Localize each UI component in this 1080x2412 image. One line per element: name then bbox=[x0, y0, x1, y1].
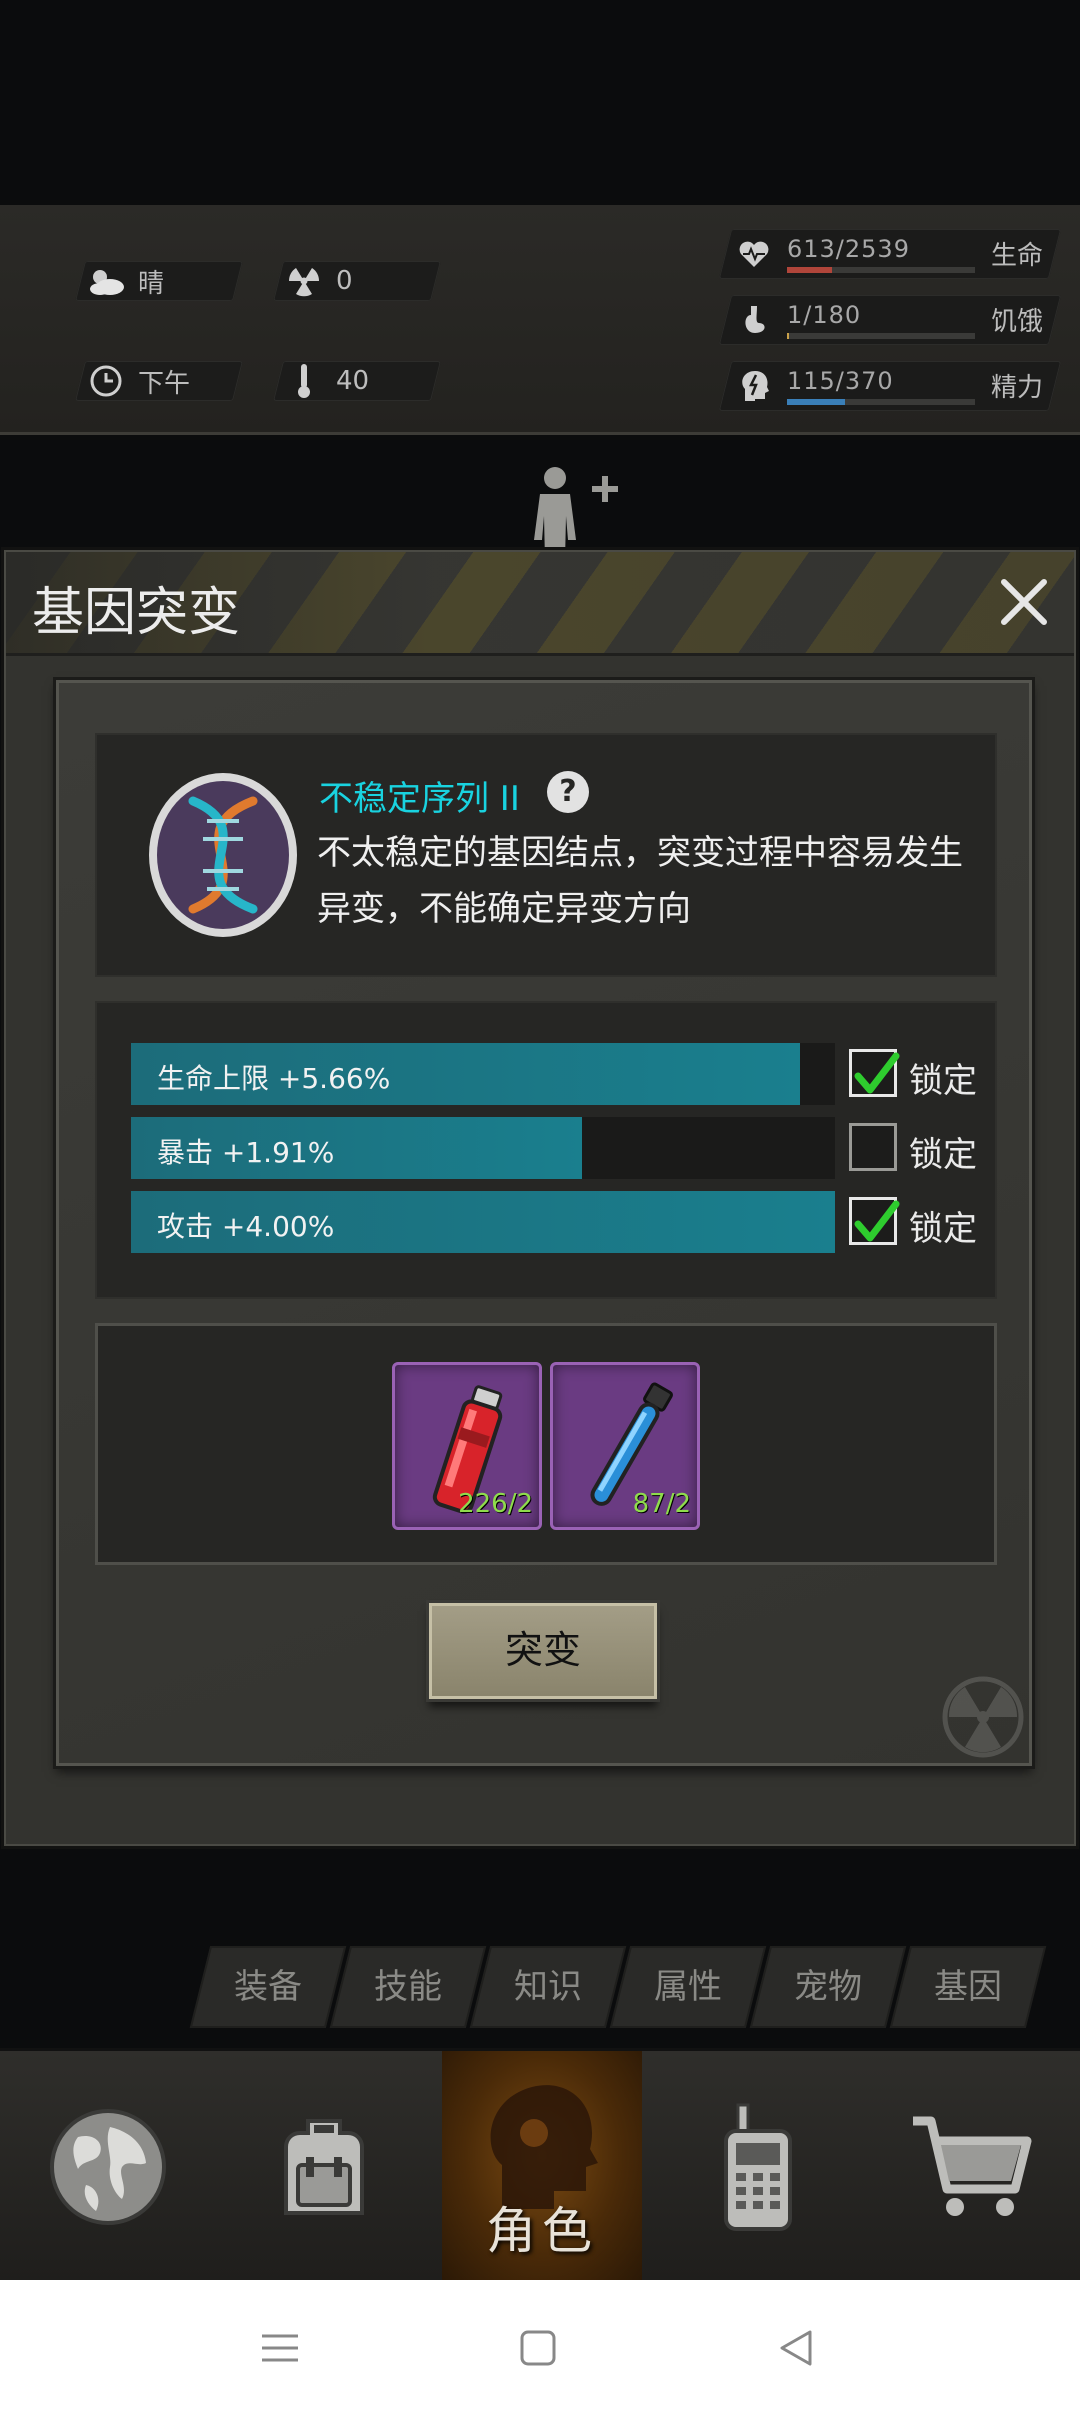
mutate-button[interactable]: 突变 bbox=[429, 1603, 657, 1699]
hunger-value: 1/180 bbox=[787, 301, 862, 329]
sequence-description: 不太稳定的基因结点，突变过程中容易发生异变，不能确定异变方向 bbox=[317, 833, 963, 929]
health-vital: 613/2539 生命 bbox=[718, 229, 1062, 279]
character-tabs: 装备 技能 知识 属性 宠物 基因 bbox=[189, 1946, 1060, 2028]
shopping-cart-icon bbox=[913, 2116, 1032, 2216]
energy-bar bbox=[787, 399, 975, 405]
tab-genes[interactable]: 基因 bbox=[889, 1946, 1047, 2028]
back-button[interactable] bbox=[774, 2326, 818, 2370]
item-count: 226/2 bbox=[458, 1489, 533, 1519]
globe-icon bbox=[50, 2109, 166, 2225]
checkmark-icon bbox=[854, 1200, 900, 1242]
tab-attributes[interactable]: 属性 bbox=[609, 1946, 767, 2028]
energy-value: 115/370 bbox=[787, 367, 894, 395]
stat-row-health-cap: 生命上限 +5.66% 锁定 bbox=[131, 1043, 983, 1105]
back-triangle-icon bbox=[780, 2330, 812, 2366]
radiation-watermark-icon bbox=[941, 1675, 1025, 1759]
sequence-name: 不稳定序列 II bbox=[319, 779, 520, 819]
health-value: 613/2539 bbox=[787, 235, 910, 263]
hunger-bar bbox=[787, 333, 975, 339]
radiation-value: 0 bbox=[336, 266, 353, 296]
walkie-talkie-icon bbox=[724, 2103, 792, 2231]
dialog-header: 基因突变 bbox=[6, 552, 1074, 656]
weather-text: 晴 bbox=[138, 268, 165, 299]
lock-checkbox[interactable] bbox=[849, 1197, 900, 1245]
dialog-title: 基因突变 bbox=[32, 583, 241, 643]
tab-label: 技能 bbox=[374, 1967, 442, 2007]
menu-button[interactable] bbox=[258, 2326, 302, 2370]
health-label: 生命 bbox=[990, 241, 1043, 271]
time-pill: 下午 bbox=[75, 361, 243, 401]
heart-icon bbox=[737, 237, 771, 271]
hunger-vital: 1/180 饥饿 bbox=[718, 295, 1062, 345]
checkmark-icon bbox=[854, 1052, 900, 1094]
home-button[interactable] bbox=[516, 2326, 560, 2370]
tab-label: 装备 bbox=[234, 1967, 302, 2007]
time-of-day-text: 下午 bbox=[138, 368, 191, 399]
nav-shop[interactable] bbox=[864, 2051, 1080, 2283]
gene-mutation-dialog: 基因突变 不稳定序列 II ? 不太稳定的基因结点，突变过程中容易发生异变，不能… bbox=[4, 550, 1076, 1846]
tab-label: 知识 bbox=[514, 1967, 582, 2007]
lock-label: 锁定 bbox=[909, 1209, 977, 1249]
dialog-panel: 不稳定序列 II ? 不太稳定的基因结点，突变过程中容易发生异变，不能确定异变方… bbox=[56, 680, 1032, 1766]
temperature-value: 40 bbox=[336, 366, 370, 396]
close-button[interactable] bbox=[994, 572, 1054, 632]
backpack-icon bbox=[284, 2119, 364, 2215]
energy-vital: 115/370 精力 bbox=[718, 361, 1062, 411]
lock-checkbox[interactable] bbox=[849, 1049, 900, 1097]
stat-row-crit: 暴击 +1.91% 锁定 bbox=[131, 1117, 983, 1179]
tab-label: 宠物 bbox=[794, 1967, 862, 2007]
bottom-navigation: 角色 bbox=[0, 2048, 1080, 2283]
tab-skills[interactable]: 技能 bbox=[329, 1946, 487, 2028]
sequence-info-box: 不稳定序列 II ? 不太稳定的基因结点，突变过程中容易发生异变，不能确定异变方… bbox=[95, 733, 997, 977]
tab-label: 基因 bbox=[934, 1967, 1002, 2007]
system-navigation-bar bbox=[0, 2280, 1080, 2412]
thermometer-icon bbox=[284, 361, 324, 401]
mutation-stats-box: 生命上限 +5.66% 锁定 暴击 +1.91% 锁定 攻击 +4.00% 锁定 bbox=[95, 1001, 997, 1299]
stat-text: 生命上限 +5.66% bbox=[157, 1062, 391, 1095]
item-count: 87/2 bbox=[632, 1489, 691, 1519]
tab-equipment[interactable]: 装备 bbox=[189, 1946, 347, 2028]
item-slot-red-vial[interactable]: 226/2 bbox=[392, 1362, 542, 1530]
nav-character[interactable]: 角色 bbox=[442, 2051, 642, 2283]
lock-label: 锁定 bbox=[909, 1061, 977, 1101]
nav-character-label: 角色 bbox=[486, 2202, 598, 2260]
brain-head-icon bbox=[737, 369, 771, 403]
square-home-icon bbox=[520, 2330, 556, 2366]
health-bar bbox=[787, 267, 975, 273]
tab-pets[interactable]: 宠物 bbox=[749, 1946, 907, 2028]
status-panel: 晴 0 下午 40 613/2539 生命 1/180 饥饿 115/370 精… bbox=[0, 205, 1080, 606]
cloud-sun-icon bbox=[86, 261, 126, 301]
clock-icon bbox=[86, 361, 126, 401]
radiation-icon bbox=[284, 261, 324, 301]
nav-backpack[interactable] bbox=[216, 2051, 432, 2283]
stat-row-attack: 攻击 +4.00% 锁定 bbox=[131, 1191, 983, 1253]
tab-knowledge[interactable]: 知识 bbox=[469, 1946, 627, 2028]
item-slot-blue-vial[interactable]: 87/2 bbox=[550, 1362, 700, 1530]
lock-label: 锁定 bbox=[909, 1135, 977, 1175]
energy-label: 精力 bbox=[990, 373, 1043, 403]
question-mark-icon[interactable]: ? bbox=[547, 771, 589, 813]
hamburger-icon bbox=[262, 2334, 298, 2362]
temperature-pill: 40 bbox=[273, 361, 441, 401]
radiation-pill: 0 bbox=[273, 261, 441, 301]
nav-world-map[interactable] bbox=[0, 2051, 216, 2283]
stat-text: 攻击 +4.00% bbox=[157, 1210, 335, 1243]
nav-radio[interactable] bbox=[650, 2051, 866, 2283]
close-icon bbox=[1001, 579, 1047, 625]
material-items-box: 226/2 87/2 bbox=[95, 1323, 997, 1565]
hunger-label: 饥饿 bbox=[990, 307, 1043, 337]
lock-checkbox[interactable] bbox=[849, 1123, 897, 1171]
stomach-icon bbox=[737, 303, 771, 337]
dna-icon bbox=[145, 769, 301, 941]
tab-label: 属性 bbox=[654, 1967, 722, 2007]
weather-pill: 晴 bbox=[75, 261, 243, 301]
stat-text: 暴击 +1.91% bbox=[157, 1136, 335, 1169]
